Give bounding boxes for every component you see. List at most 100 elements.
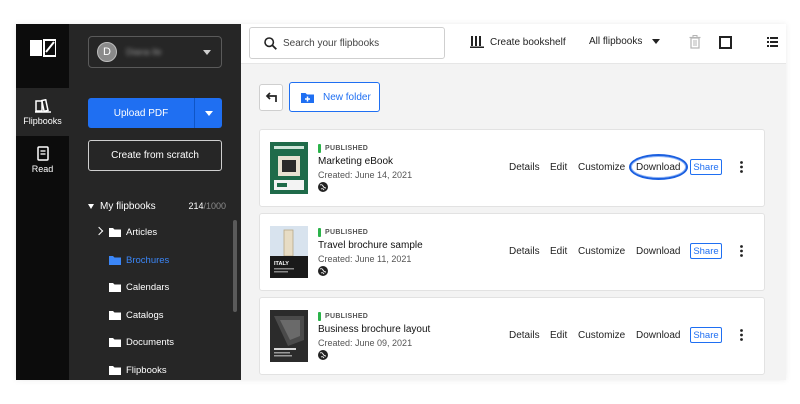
trash-icon[interactable] [689,35,701,49]
status-badge: PUBLISHED [318,312,368,321]
rail-item-flipbooks[interactable]: Flipbooks [16,88,69,136]
new-folder-label: New folder [323,91,371,103]
details-button[interactable]: Details [509,330,540,341]
upload-pdf-button[interactable]: Upload PDF [88,98,194,128]
create-bookshelf-button[interactable]: Create bookshelf [470,36,566,48]
account-switcher[interactable]: D Diana Ile [88,36,222,68]
folder-label: Documents [126,336,175,348]
upload-options-button[interactable] [194,98,222,128]
folder-label: Calendars [126,281,170,293]
share-button[interactable]: Share [690,327,722,343]
back-button[interactable] [259,84,283,111]
customize-button[interactable]: Customize [578,330,625,341]
rail-item-label: Flipbooks [23,115,62,126]
search-box[interactable] [249,27,445,59]
flipbook-title[interactable]: Travel brochure sample [318,240,423,251]
folder-catalogs[interactable]: Catalogs [109,307,164,323]
book-icon [34,98,51,113]
sidebar: D Diana Ile Upload PDF Create from scrat… [69,24,241,380]
folder-label: Articles [126,226,158,238]
status-badge: PUBLISHED [318,144,368,153]
folder-plus-icon [301,92,314,103]
globe-icon [318,350,328,360]
flipbook-thumbnail[interactable]: ITALY [270,226,308,278]
globe-icon [318,182,328,192]
select-all-checkbox[interactable] [719,36,732,49]
reader-icon [36,146,49,161]
folder-documents[interactable]: Documents [109,334,174,350]
my-flipbooks-title: My flipbooks [100,200,156,212]
published-indicator [318,228,321,237]
top-bar: Create bookshelf All flipbooks [241,24,786,64]
folder-label: Brochures [126,254,170,266]
customize-button[interactable]: Customize [578,246,625,257]
download-button[interactable]: Download [636,330,680,341]
folder-icon [109,256,121,265]
share-button[interactable]: Share [690,243,722,259]
flipbook-title[interactable]: Business brochure layout [318,324,430,335]
search-icon [264,36,277,50]
caret-down-icon [88,203,94,209]
app-window: Flipbooks Read D Diana Ile Upload PDF Cr… [16,24,786,380]
edit-button[interactable]: Edit [550,330,567,341]
folder-icon [109,228,121,237]
flipbook-count: 214/1000 [188,201,226,211]
flipbook-row[interactable]: PUBLISHED Business brochure layout Creat… [259,297,765,375]
flipbook-title[interactable]: Marketing eBook [318,156,393,167]
search-input[interactable] [283,37,433,49]
folder-icon [109,311,121,320]
caret-down-icon [652,39,661,44]
more-options-icon[interactable] [740,245,743,257]
folder-flipbooks[interactable]: Flipbooks [109,362,167,378]
upload-pdf-group: Upload PDF [88,98,222,128]
folder-brochures[interactable]: Brochures [109,252,169,268]
new-folder-button[interactable]: New folder [289,82,380,112]
flipbook-logo-icon[interactable] [30,38,56,58]
globe-icon [318,266,328,276]
status-label: PUBLISHED [325,145,369,152]
flipbook-thumbnail[interactable] [270,142,308,194]
more-options-icon[interactable] [740,329,743,341]
flipbook-row[interactable]: PUBLISHED Marketing eBook Created: June … [259,129,765,207]
details-button[interactable]: Details [509,246,540,257]
flipbook-filter-dropdown[interactable]: All flipbooks [589,36,661,47]
rail-item-label: Read [31,164,54,174]
bookshelf-icon [470,36,484,48]
sidebar-scrollbar[interactable] [233,220,237,312]
created-date: Created: June 11, 2021 [318,254,412,264]
folder-articles[interactable]: Articles [94,224,158,240]
list-view-icon[interactable] [767,37,778,47]
account-name: Diana Ile [126,47,162,57]
details-button[interactable]: Details [509,162,540,173]
filter-label: All flipbooks [589,36,643,47]
my-flipbooks-header[interactable]: My flipbooks 214/1000 [88,199,226,213]
folder-icon [109,283,121,292]
create-from-scratch-button[interactable]: Create from scratch [88,140,222,171]
folder-label: Flipbooks [126,364,167,376]
rail-item-read[interactable]: Read [16,136,69,184]
folder-calendars[interactable]: Calendars [109,279,169,295]
folder-label: Catalogs [126,309,164,321]
more-options-icon[interactable] [740,161,743,173]
edit-button[interactable]: Edit [550,246,567,257]
published-indicator [318,312,321,321]
status-label: PUBLISHED [325,229,369,236]
create-bookshelf-label: Create bookshelf [490,36,566,48]
flipbook-thumbnail[interactable] [270,310,308,362]
published-indicator [318,144,321,153]
folder-icon [109,366,121,375]
edit-button[interactable]: Edit [550,162,567,173]
customize-button[interactable]: Customize [578,162,625,173]
download-button[interactable]: Download [636,162,680,173]
folder-icon [109,338,121,347]
created-date: Created: June 14, 2021 [318,170,413,180]
chevron-right-icon[interactable] [94,226,104,236]
share-button[interactable]: Share [690,159,722,175]
download-button[interactable]: Download [636,246,680,257]
nav-rail: Flipbooks Read [16,24,69,380]
flipbook-row[interactable]: ITALY PUBLISHED Travel brochure sample C… [259,213,765,291]
status-label: PUBLISHED [325,313,369,320]
count-total: /1000 [203,201,226,211]
chevron-down-icon [203,50,211,55]
count-used: 214 [188,201,204,211]
